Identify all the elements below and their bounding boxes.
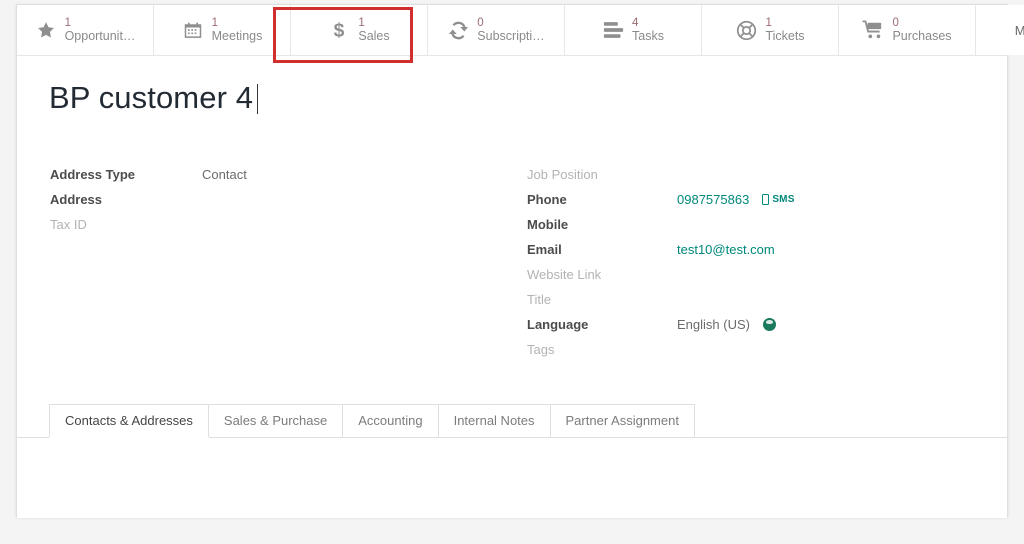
field-group-left: Address Type Contact Address Tax ID (50, 167, 500, 242)
star-icon (35, 19, 57, 41)
tab-sales-purchase[interactable]: Sales & Purchase (207, 404, 344, 437)
field-title: Title (527, 292, 997, 317)
phone-link[interactable]: 0987575863 (677, 192, 749, 207)
field-email: Email test10@test.com (527, 242, 997, 267)
field-label: Website Link (527, 267, 602, 282)
globe-icon (762, 318, 776, 331)
field-label: Title (527, 292, 552, 307)
notebook-page-contacts-addresses (17, 438, 1007, 518)
field-language: Language English (US) (527, 317, 997, 342)
field-label: Mobile (527, 217, 569, 232)
smart-button-meetings[interactable]: 1 Meetings (154, 5, 291, 55)
email-link[interactable]: test10@test.com (677, 242, 775, 257)
smart-button-label: Purchases (892, 29, 952, 44)
refresh-icon (447, 19, 469, 41)
smart-button-subscriptions[interactable]: 0 Subscripti… (428, 5, 565, 55)
more-label: More (1014, 22, 1024, 38)
field-value-wrap: test10@test.com (677, 242, 775, 257)
text-cursor (257, 84, 259, 114)
tab-contacts-addresses[interactable]: Contacts & Addresses (49, 404, 209, 437)
field-website-link: Website Link (527, 267, 997, 292)
contact-form-card: 1 Opportunit… 1 Meetings $ 1 Sales 0 Sub… (16, 4, 1024, 518)
calendar-icon (182, 19, 204, 41)
smart-button-value: 1 (358, 16, 365, 29)
field-tax-id: Tax ID (50, 217, 500, 242)
smart-button-value: 1 (765, 16, 772, 29)
dollar-icon: $ (328, 19, 350, 41)
tab-partner-assignment[interactable]: Partner Assignment (549, 404, 695, 437)
smart-button-label: Opportunit… (64, 29, 136, 44)
record-title-input[interactable]: BP customer 4 (49, 80, 256, 116)
field-label: Phone (527, 192, 567, 207)
smart-button-label: Sales (358, 29, 390, 44)
smart-button-tickets[interactable]: 1 Tickets (702, 5, 839, 55)
smart-button-value: 0 (477, 16, 484, 29)
tasks-icon (602, 19, 624, 41)
smart-button-label: Meetings (211, 29, 263, 44)
field-label: Tax ID (50, 217, 87, 232)
smart-button-label: Tasks (632, 29, 664, 44)
field-value[interactable]: Contact (202, 167, 247, 182)
mobile-phone-icon (762, 194, 770, 205)
tab-accounting[interactable]: Accounting (342, 404, 439, 437)
life-buoy-icon (735, 19, 757, 41)
sms-label: SMS (772, 194, 795, 205)
record-title-row: BP customer 4 (17, 56, 1007, 116)
smart-button-value: 4 (632, 16, 639, 29)
smart-button-label: Tickets (765, 29, 805, 44)
sms-button[interactable]: SMS (762, 194, 794, 205)
smart-button-bar: 1 Opportunit… 1 Meetings $ 1 Sales 0 Sub… (17, 5, 1024, 56)
smart-button-sales[interactable]: $ 1 Sales (291, 5, 428, 55)
smart-button-purchases[interactable]: 0 Purchases (839, 5, 976, 55)
smart-button-value: 0 (892, 16, 899, 29)
smart-button-value: 1 (211, 16, 219, 29)
smart-button-more[interactable]: More (976, 5, 1024, 55)
field-mobile: Mobile (527, 217, 997, 242)
tab-internal-notes[interactable]: Internal Notes (437, 404, 551, 437)
field-label: Address (50, 192, 103, 207)
smart-button-value: 1 (64, 16, 71, 29)
notebook-tab-list: Contacts & Addresses Sales & Purchase Ac… (17, 404, 1007, 438)
shopping-cart-icon (862, 19, 884, 41)
field-value-wrap: 0987575863 SMS (677, 192, 795, 207)
field-tags: Tags (527, 342, 997, 367)
svg-text:$: $ (334, 20, 345, 41)
field-label: Tags (527, 342, 555, 357)
field-label: Job Position (527, 167, 598, 182)
smart-button-opportunities[interactable]: 1 Opportunit… (17, 5, 154, 55)
field-label: Email (527, 242, 562, 257)
field-address: Address (50, 192, 500, 217)
smart-button-label: Subscripti… (477, 29, 545, 44)
notebook: Contacts & Addresses Sales & Purchase Ac… (17, 404, 1007, 518)
language-value[interactable]: English (US) (677, 317, 750, 332)
smart-button-tasks[interactable]: 4 Tasks (565, 5, 702, 55)
field-value-wrap: English (US) (677, 317, 776, 332)
field-job-position: Job Position (527, 167, 997, 192)
field-address-type: Address Type Contact (50, 167, 500, 192)
field-group-right: Job Position Phone 0987575863 SMS Mobile (527, 167, 997, 367)
field-area: Address Type Contact Address Tax ID Job … (17, 167, 1007, 382)
field-phone: Phone 0987575863 SMS (527, 192, 997, 217)
field-label: Address Type (50, 167, 136, 182)
field-label: Language (527, 317, 589, 332)
